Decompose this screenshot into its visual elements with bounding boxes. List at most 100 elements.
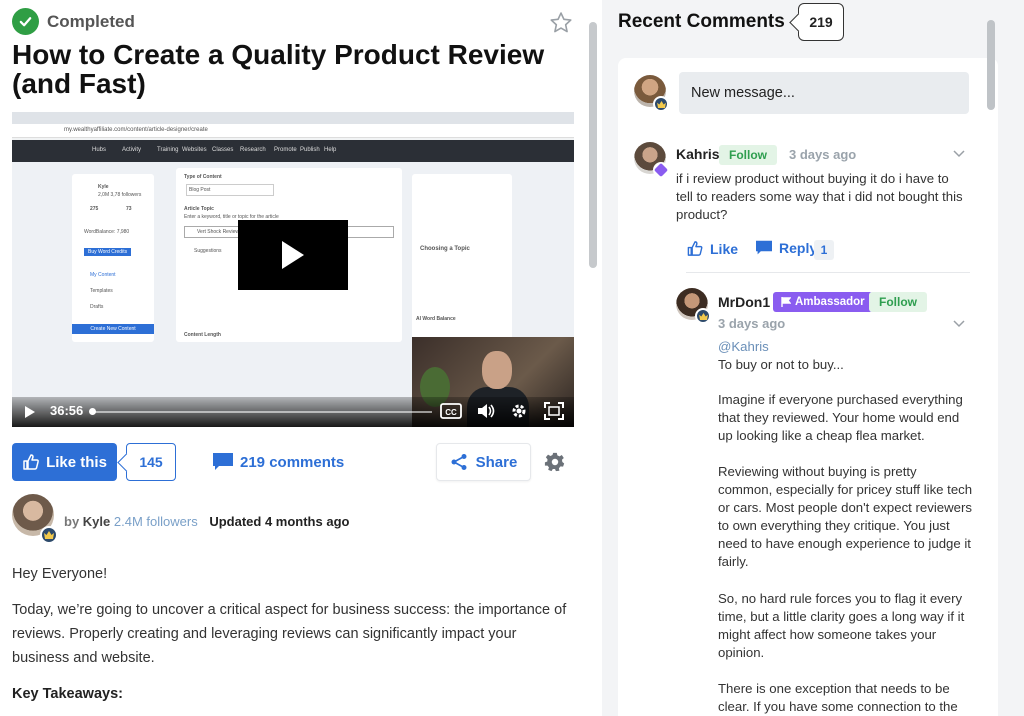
share-button[interactable]: Share (436, 443, 531, 481)
reply-count-badge: 1 (814, 240, 834, 260)
video-stat-2: 73 (126, 206, 132, 212)
comments-pane: Recent Comments 219 New message... Kahri… (602, 0, 1024, 716)
comment-like-label: Like (710, 240, 739, 257)
ambassador-label: Ambassador (795, 296, 865, 308)
key-takeaways-heading: Key Takeaways: (12, 686, 123, 702)
comments-link-label: 219 comments (240, 453, 345, 471)
video-suggestions: Suggestions (194, 248, 222, 254)
video-sidebar-followers: 2,0M 3,78 followers (98, 192, 142, 198)
comment-bubble-icon (756, 240, 772, 255)
comments-scrollbar-thumb[interactable] (987, 20, 995, 110)
comment-text: Imagine if everyone purchased everything… (718, 392, 963, 443)
comment-time: 3 days ago (789, 147, 857, 162)
article-pane: Completed How to Create a Quality Produc… (0, 0, 586, 716)
video-progress-knob[interactable] (89, 408, 96, 415)
video-templates: Templates (90, 288, 113, 294)
settings-icon[interactable] (510, 402, 528, 425)
video-type-value: Blog Post (186, 184, 274, 196)
video-buy-credits: Buy Word Credits (84, 248, 132, 256)
video-type-label: Type of Content (184, 174, 222, 180)
video-length-label: Content Length (184, 332, 221, 338)
article-scrollbar-thumb[interactable] (589, 22, 597, 268)
chevron-down-icon[interactable] (952, 316, 966, 334)
comments-link[interactable]: 219 comments (212, 443, 344, 481)
volume-icon[interactable] (476, 402, 496, 425)
mention-link[interactable]: @Kahris (718, 338, 769, 356)
bookmark-star-icon[interactable] (548, 10, 574, 41)
video-create-button: Create New Content (72, 324, 154, 334)
completion-status: Completed (12, 8, 135, 35)
play-icon[interactable] (238, 220, 348, 290)
video-ai-title: AI Word Balance (416, 316, 456, 322)
video-nav-hubs: Hubs (92, 147, 107, 153)
comment-reply-button[interactable]: Reply (755, 240, 817, 256)
comment-text: Reviewing without buying is pretty commo… (718, 464, 973, 569)
updated-time: Updated 4 months ago (209, 514, 350, 529)
comments-count-badge: 219 (798, 3, 844, 41)
article-paragraph: Today, we’re going to uncover a critical… (12, 602, 567, 666)
gear-icon[interactable] (544, 451, 566, 478)
diamond-badge-icon (653, 162, 669, 178)
video-my-content: My Content (90, 272, 116, 278)
recent-comments-title: Recent Comments (618, 11, 785, 32)
share-button-label: Share (475, 453, 518, 471)
status-label: Completed (47, 11, 135, 31)
video-nav-websites: Websites (182, 147, 207, 153)
video-nav-publish: Publish (300, 147, 320, 153)
like-button-label: Like this (46, 453, 107, 471)
thumbs-up-icon (687, 241, 703, 256)
follow-button[interactable]: Follow (869, 292, 927, 312)
author-line: by Kyle 2.4M followers Updated 4 months … (64, 514, 349, 529)
video-progress-track[interactable] (92, 411, 432, 413)
article-body: Hey Everyone! Today, we’re going to unco… (12, 562, 574, 716)
comment-like-button[interactable]: Like (686, 240, 738, 257)
video-browser-tabs (12, 112, 574, 124)
thumbs-up-icon (23, 454, 39, 470)
share-icon (451, 454, 467, 470)
captions-icon[interactable]: CC (440, 402, 462, 425)
author-name[interactable]: Kyle (83, 514, 110, 529)
video-nav-activity: Activity (122, 147, 142, 153)
play-small-icon[interactable] (24, 405, 36, 424)
like-button[interactable]: Like this (12, 443, 117, 481)
video-word-balance: WordBalance: 7,980 (84, 229, 130, 235)
comment-author-name[interactable]: Kahris (676, 146, 720, 162)
flag-icon (781, 297, 791, 307)
video-url-text: my.wealthyaffiliate.com/content/article-… (64, 127, 208, 133)
article-paragraph: Hey Everyone! (12, 566, 108, 582)
video-nav-training: Training (157, 147, 179, 153)
video-nav-classes: Classes (212, 147, 234, 153)
video-nav-help: Help (324, 147, 337, 153)
comment-text: To buy or not to buy... (718, 357, 844, 372)
comment-reply-label: Reply (779, 240, 818, 256)
follow-button[interactable]: Follow (719, 145, 777, 165)
crown-icon (40, 526, 58, 544)
video-sidebar-user: Kyle (98, 184, 109, 190)
comment-text: So, no hard rule forces you to flag it e… (718, 591, 965, 660)
chevron-down-icon[interactable] (952, 146, 966, 164)
article-actions: Like this 145 219 comments Share (12, 443, 572, 481)
video-tips-title: Choosing a Topic (420, 246, 470, 252)
comment-author-name[interactable]: MrDon1 (718, 294, 770, 310)
ambassador-badge: Ambassador (773, 292, 873, 312)
video-duration: 36:56 (50, 403, 84, 418)
svg-text:CC: CC (445, 408, 457, 417)
article-scrollbar[interactable] (589, 14, 597, 716)
new-message-input[interactable]: New message... (679, 72, 969, 114)
like-count: 145 (126, 443, 176, 481)
article-title: How to Create a Quality Product Review (… (12, 39, 545, 99)
video-stat-1: 275 (90, 206, 99, 212)
comment-bubble-icon (213, 453, 233, 470)
fullscreen-icon[interactable] (544, 402, 564, 425)
comments-scrollbar[interactable] (987, 14, 995, 716)
comment-divider (686, 272, 970, 273)
crown-icon (695, 308, 711, 324)
video-nav-research: Research (240, 147, 266, 153)
comment-time: 3 days ago (718, 316, 786, 331)
comment-text: if i review product without buying it do… (676, 171, 963, 222)
video-player[interactable]: my.wealthyaffiliate.com/content/article-… (12, 112, 574, 427)
video-topic-label: Article Topic (184, 206, 214, 212)
author-followers: 2.4M followers (113, 514, 198, 529)
video-sidebar-card (72, 174, 154, 342)
author-by: by (64, 514, 80, 529)
